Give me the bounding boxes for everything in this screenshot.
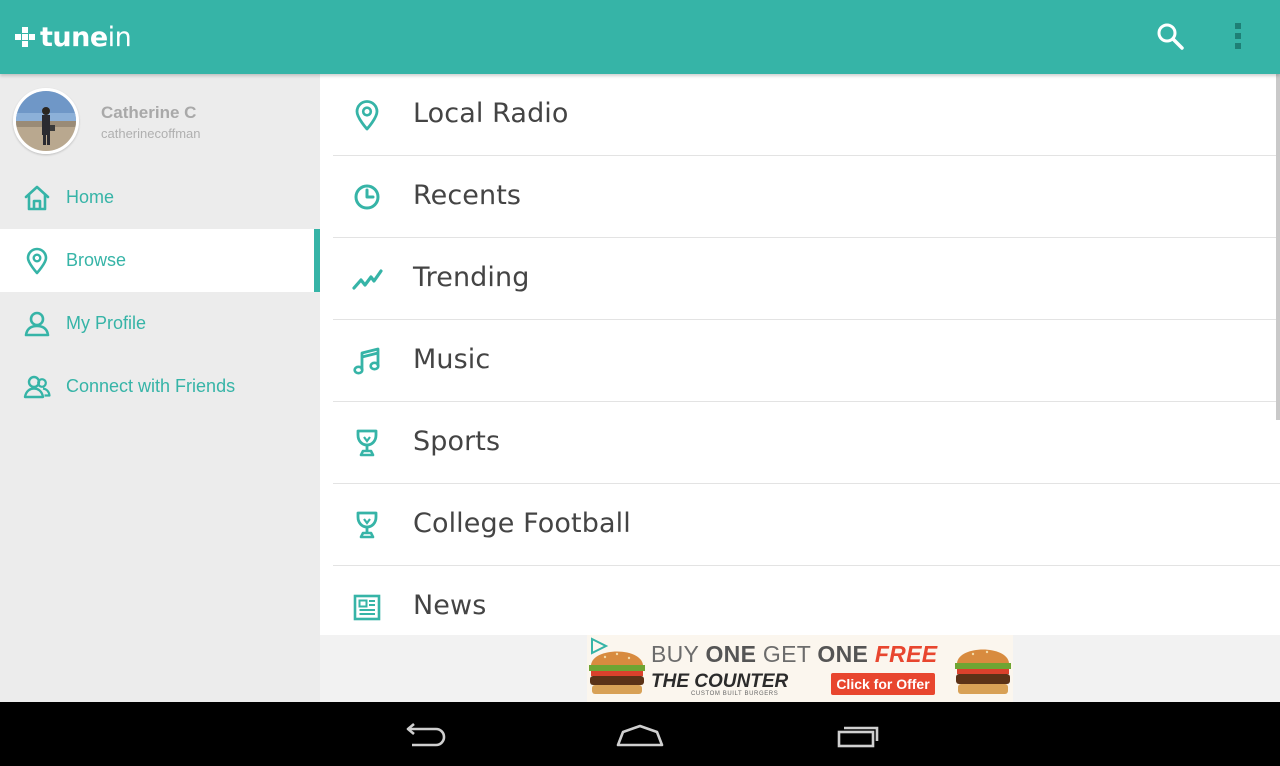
browse-item-label: Recents bbox=[413, 180, 522, 211]
sidebar-item-label: Connect with Friends bbox=[66, 376, 236, 396]
person-icon bbox=[24, 311, 50, 337]
sidebar-item-connect-friends[interactable]: Connect with Friends bbox=[0, 355, 320, 418]
trophy-icon bbox=[356, 429, 378, 457]
burger-image bbox=[955, 649, 1011, 694]
search-button[interactable] bbox=[1152, 18, 1188, 54]
logo-text: tunein bbox=[40, 21, 132, 53]
sidebar-item-my-profile[interactable]: My Profile bbox=[0, 292, 320, 355]
system-recents-button[interactable] bbox=[829, 716, 885, 756]
system-home-button[interactable] bbox=[612, 716, 668, 756]
home-icon bbox=[24, 185, 50, 211]
system-nav-bar bbox=[0, 702, 1280, 766]
trophy-icon bbox=[356, 511, 378, 539]
sidebar-item-label: My Profile bbox=[66, 313, 147, 333]
ad-tagline: CUSTOM BUILT BURGERS bbox=[691, 691, 779, 697]
location-pin-icon bbox=[26, 247, 48, 275]
music-note-icon bbox=[353, 347, 380, 375]
back-icon bbox=[406, 723, 446, 747]
sidebar-item-home[interactable]: Home bbox=[0, 166, 320, 229]
ad-choices-icon[interactable] bbox=[589, 637, 611, 655]
browse-item-sports[interactable]: Sports bbox=[333, 402, 1280, 484]
browse-item-label: College Football bbox=[413, 508, 631, 539]
browse-list: Local Radio Recents Trending Music Sport… bbox=[320, 74, 1280, 635]
avatar[interactable] bbox=[13, 88, 79, 154]
sidebar-item-browse[interactable]: Browse bbox=[0, 229, 320, 292]
ad-area: BUY ONE GET ONE FREE THE COUNTER CUSTOM … bbox=[320, 635, 1280, 702]
browse-item-music[interactable]: Music bbox=[333, 320, 1280, 402]
browse-item-trending[interactable]: Trending bbox=[333, 238, 1280, 320]
navigation-drawer: Catherine C catherinecoffman Home Browse bbox=[0, 74, 320, 702]
sidebar-item-label: Browse bbox=[66, 250, 127, 270]
friends-icon bbox=[23, 375, 51, 399]
clock-icon bbox=[354, 184, 380, 210]
newspaper-icon bbox=[353, 594, 381, 621]
ad-headline: BUY ONE GET ONE FREE bbox=[651, 641, 938, 667]
home-outline-icon bbox=[616, 724, 664, 747]
tunein-logo-icon bbox=[15, 27, 35, 47]
ad-cta-button[interactable]: Click for Offer bbox=[831, 673, 935, 695]
overflow-menu-button[interactable] bbox=[1224, 18, 1252, 54]
browse-item-college-football[interactable]: College Football bbox=[333, 484, 1280, 566]
location-pin-icon bbox=[355, 100, 379, 131]
search-icon bbox=[1157, 23, 1184, 50]
browse-item-label: News bbox=[413, 590, 487, 621]
system-back-button[interactable] bbox=[396, 716, 452, 756]
ad-banner[interactable]: BUY ONE GET ONE FREE THE COUNTER CUSTOM … bbox=[587, 635, 1013, 702]
browse-item-label: Local Radio bbox=[413, 98, 569, 129]
browse-item-news[interactable]: News bbox=[333, 566, 1280, 635]
profile-header[interactable]: Catherine C catherinecoffman bbox=[0, 86, 320, 154]
profile-name: Catherine C bbox=[101, 103, 197, 122]
browse-item-local-radio[interactable]: Local Radio bbox=[333, 74, 1280, 156]
browse-item-label: Music bbox=[413, 344, 491, 375]
tunein-app: tunein Catherine C catherinecoffman Home… bbox=[0, 0, 1280, 766]
browse-item-recents[interactable]: Recents bbox=[333, 156, 1280, 238]
tunein-logo[interactable]: tunein bbox=[14, 20, 132, 54]
recent-apps-icon bbox=[837, 726, 879, 748]
sidebar-item-label: Home bbox=[66, 187, 115, 207]
app-bar: tunein bbox=[0, 0, 1280, 74]
avatar-photo bbox=[16, 91, 76, 151]
browse-item-label: Sports bbox=[413, 426, 501, 457]
browse-item-label: Trending bbox=[413, 262, 530, 293]
more-vert-icon bbox=[1235, 23, 1241, 49]
ad-brand: THE COUNTER bbox=[651, 671, 789, 692]
list-scrollbar[interactable] bbox=[1276, 74, 1280, 420]
profile-username: catherinecoffman bbox=[101, 126, 201, 141]
trending-icon bbox=[352, 269, 383, 290]
